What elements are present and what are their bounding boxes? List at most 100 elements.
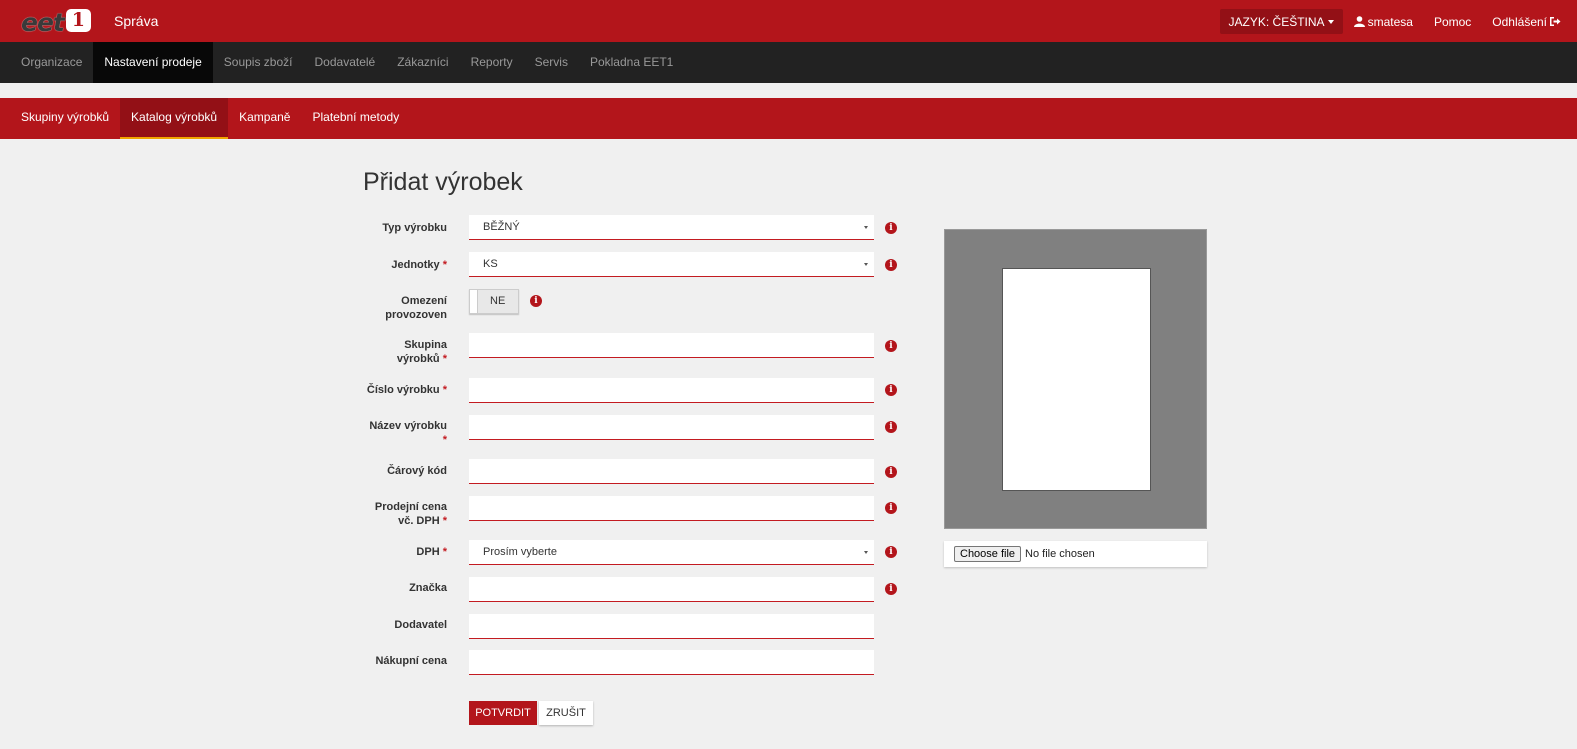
omezeni-toggle[interactable]: NE [469, 289, 519, 314]
label-text: provozoven [385, 309, 447, 321]
caret-down-icon [1327, 19, 1334, 24]
cislo-vyrobku-input[interactable] [469, 378, 874, 403]
app-title[interactable]: Správa [114, 13, 158, 29]
main-nav-pokladna[interactable]: Pokladna EET1 [579, 42, 684, 83]
selected-value: KS [483, 258, 498, 270]
prodejni-cena-input[interactable] [469, 496, 874, 521]
image-preview-area [944, 229, 1207, 529]
eet1-logo[interactable]: eet 1 [21, 9, 91, 35]
label-typ-vyrobku: Typ výrobku [362, 221, 447, 235]
help-link[interactable]: Pomoc [1434, 15, 1471, 29]
info-icon[interactable]: i [885, 222, 897, 234]
required-mark: * [442, 546, 447, 558]
main-nav-dodavatele[interactable]: Dodavatelé [304, 42, 387, 83]
tab-katalog-vyrobku[interactable]: Katalog výrobků [120, 98, 229, 139]
logo-badge: 1 [65, 9, 91, 32]
label-text: vč. DPH [398, 515, 440, 527]
label-carovy-kod: Čárový kód [362, 464, 447, 478]
label-nazev-vyrobku: Název výrobku * [362, 419, 447, 447]
carovy-kod-input[interactable] [469, 459, 874, 484]
znacka-input[interactable] [469, 577, 874, 602]
skupina-vyrobku-input[interactable] [469, 333, 874, 358]
submit-button[interactable]: POTVRDIT [469, 701, 537, 725]
info-icon[interactable]: i [885, 502, 897, 514]
language-label: JAZYK: ČEŠTINA [1228, 14, 1325, 29]
jednotky-select[interactable]: KS [469, 252, 874, 277]
logout-link[interactable]: Odhlášení [1492, 15, 1561, 29]
main-nav-zakaznici[interactable]: Zákazníci [386, 42, 459, 83]
info-icon[interactable]: i [885, 546, 897, 558]
label-cislo-vyrobku: Číslo výrobku * [362, 383, 447, 397]
sub-nav: Skupiny výrobků Katalog výrobků Kampaně … [0, 98, 1577, 139]
chevron-down-icon [864, 226, 868, 229]
main-nav-soupis-zbozi[interactable]: Soupis zboží [213, 42, 304, 83]
top-right-menu: JAZYK: ČEŠTINA smatesa Pomoc Odhlášení [1219, 9, 1561, 34]
logout-icon [1550, 17, 1561, 26]
file-upload: Choose file No file chosen [944, 541, 1207, 567]
main-nav-servis[interactable]: Servis [524, 42, 579, 83]
selected-value: Prosím vyberte [483, 546, 557, 558]
label-text: Skupina [404, 339, 447, 351]
main-nav-nastaveni-prodeje[interactable]: Nastavení prodeje [93, 42, 213, 83]
required-mark: * [442, 515, 447, 527]
label-text: Nákupní cena [375, 655, 447, 667]
chevron-down-icon [864, 263, 868, 266]
selected-value: BĚŽNÝ [483, 221, 520, 233]
main-nav-organizace[interactable]: Organizace [0, 42, 93, 83]
main-nav: Organizace Nastavení prodeje Soupis zbož… [0, 42, 1577, 83]
label-text: Omezení [401, 295, 447, 307]
info-icon[interactable]: i [885, 259, 897, 271]
logo-text: eet [21, 8, 65, 37]
info-icon[interactable]: i [530, 295, 542, 307]
info-icon[interactable]: i [885, 340, 897, 352]
image-placeholder [1002, 268, 1151, 491]
dph-select[interactable]: Prosím vyberte [469, 540, 874, 565]
dodavatel-input[interactable] [469, 614, 874, 639]
label-prodejni-cena: Prodejní cena vč. DPH * [362, 500, 447, 528]
toggle-value: NE [490, 295, 506, 307]
nakupni-cena-input[interactable] [469, 650, 874, 675]
tab-skupiny-vyrobku[interactable]: Skupiny výrobků [0, 98, 120, 139]
label-text: výrobků [396, 353, 440, 365]
typ-vyrobku-select[interactable]: BĚŽNÝ [469, 215, 874, 240]
logout-label: Odhlášení [1492, 14, 1547, 29]
tab-platebni-metody[interactable]: Platební metody [301, 98, 410, 139]
label-text: Číslo výrobku [366, 384, 440, 396]
user-link[interactable]: smatesa [1353, 14, 1413, 29]
label-text: Značka [409, 582, 447, 594]
label-text: Čárový kód [387, 465, 447, 477]
label-text: Prodejní cena [374, 501, 447, 513]
label-dph: DPH * [362, 545, 447, 559]
nazev-vyrobku-input[interactable] [469, 415, 874, 440]
tab-kampane[interactable]: Kampaně [228, 98, 301, 139]
file-status: No file chosen [1025, 548, 1095, 560]
label-skupina-vyrobku: Skupina výrobků * [362, 338, 447, 366]
label-znacka: Značka [362, 581, 447, 595]
label-text: Dodavatel [394, 619, 447, 631]
required-mark: * [442, 384, 447, 396]
main-nav-reporty[interactable]: Reporty [460, 42, 524, 83]
label-text: Název výrobku [369, 420, 447, 432]
required-mark: * [442, 434, 447, 446]
label-dodavatel: Dodavatel [362, 618, 447, 632]
user-icon [1353, 16, 1365, 27]
label-nakupni-cena: Nákupní cena [362, 654, 447, 668]
required-mark: * [442, 259, 447, 271]
info-icon[interactable]: i [885, 466, 897, 478]
info-icon[interactable]: i [885, 421, 897, 433]
page-title: Přidat výrobek [363, 168, 523, 196]
chevron-down-icon [864, 551, 868, 554]
info-icon[interactable]: i [885, 583, 897, 595]
label-text: Typ výrobku [382, 222, 447, 234]
username: smatesa [1367, 14, 1413, 29]
label-jednotky: Jednotky * [362, 258, 447, 272]
cancel-button[interactable]: ZRUŠIT [539, 701, 593, 725]
label-text: DPH [416, 546, 440, 558]
language-dropdown[interactable]: JAZYK: ČEŠTINA [1219, 9, 1343, 34]
info-icon[interactable]: i [885, 384, 897, 396]
required-mark: * [442, 353, 447, 365]
toggle-knob [470, 290, 478, 313]
choose-file-button[interactable]: Choose file [954, 546, 1022, 562]
label-text: Jednotky [391, 259, 440, 271]
label-omezeni-provozoven: Omezení provozoven [362, 294, 447, 322]
